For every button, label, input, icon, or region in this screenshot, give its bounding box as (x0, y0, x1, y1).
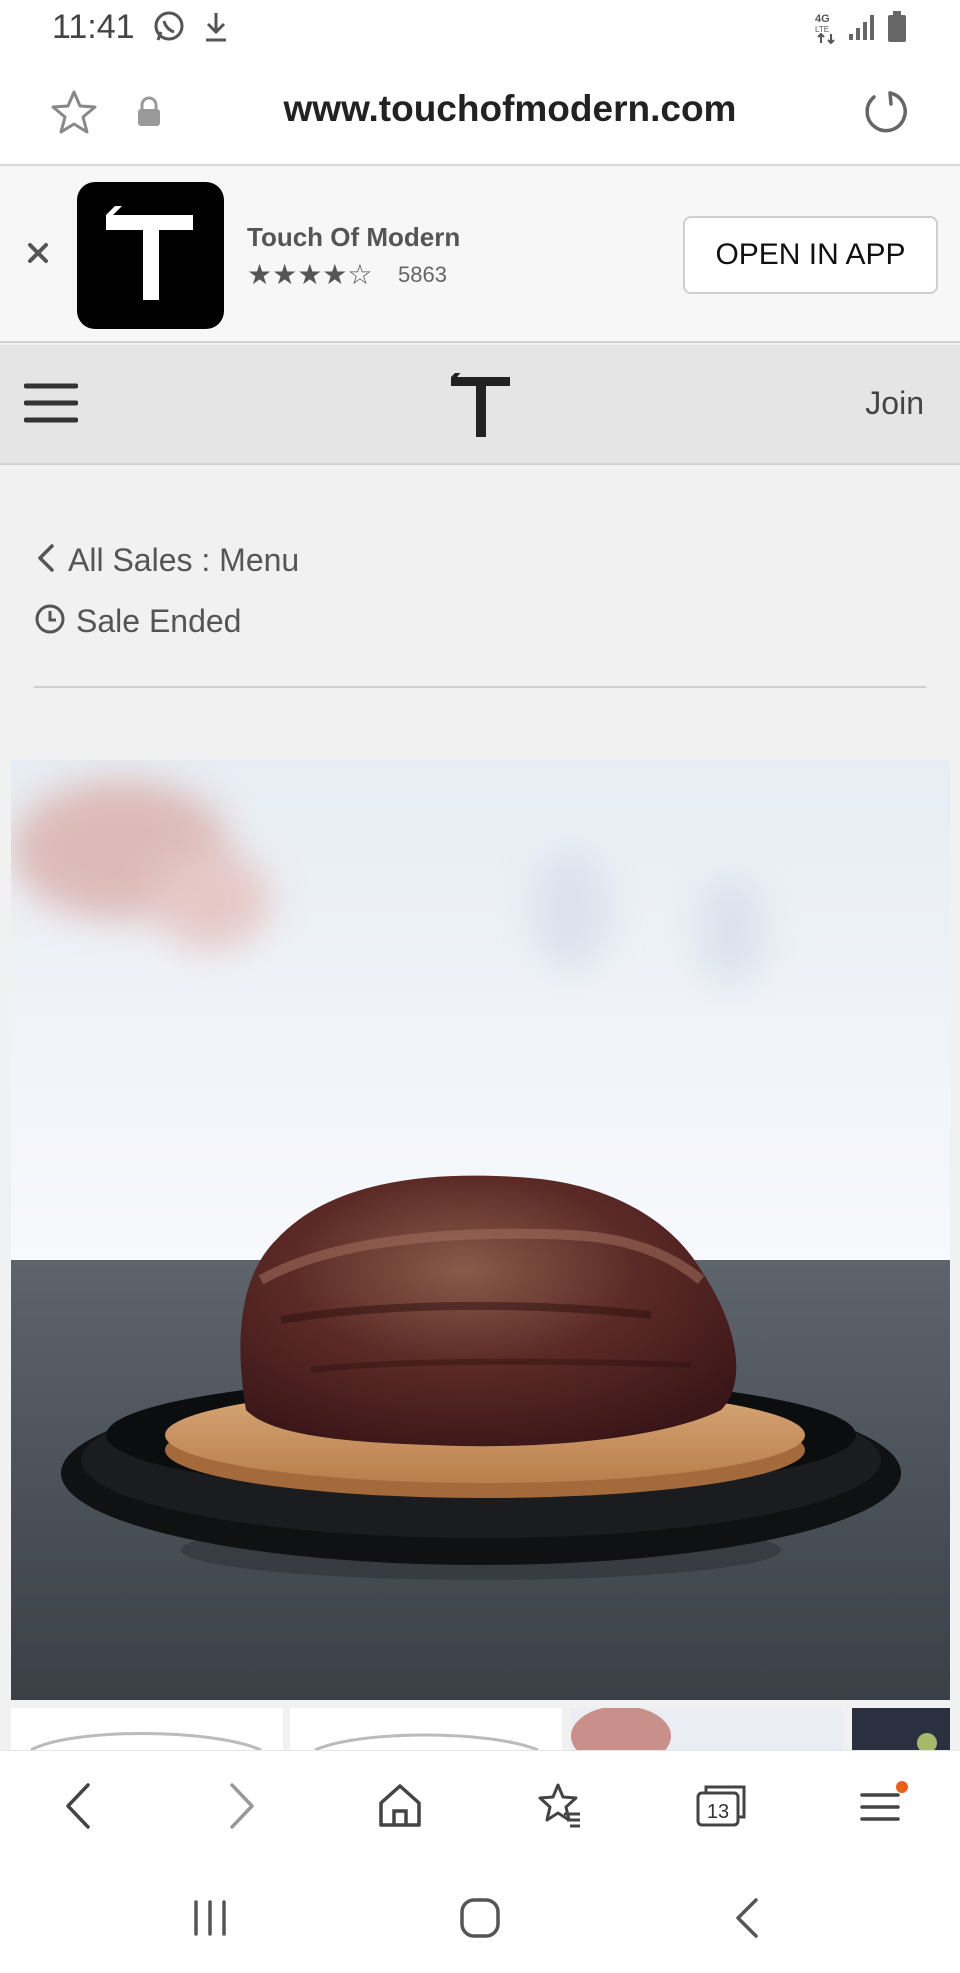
network-4g-lte-icon: 4G LTE (814, 10, 840, 49)
status-bar: 11:41 4G LTE (0, 0, 960, 56)
sale-status-label: Sale Ended (76, 602, 242, 639)
home-icon[interactable] (376, 1781, 424, 1836)
tab-count: 13 (707, 1801, 729, 1823)
clock-icon (34, 603, 66, 640)
app-logo (77, 182, 224, 329)
hamburger-menu-icon[interactable] (23, 381, 79, 430)
system-back-icon[interactable] (728, 1896, 768, 1945)
app-name: Touch Of Modern (247, 222, 461, 252)
product-image[interactable] (11, 760, 950, 1700)
download-icon (202, 10, 230, 49)
url-field[interactable]: www.touchofmodern.com (230, 88, 790, 130)
home-button-icon[interactable] (458, 1896, 502, 1945)
browser-toolbar: 13 (0, 1750, 960, 1862)
bookmarks-icon[interactable] (534, 1781, 584, 1836)
svg-text:LTE: LTE (815, 25, 829, 34)
back-icon[interactable] (58, 1781, 98, 1836)
system-nav-bar (0, 1862, 960, 1973)
signal-icon (848, 12, 878, 47)
chevron-left-icon (36, 543, 56, 578)
lock-icon (136, 96, 162, 133)
battery-icon (886, 10, 908, 49)
bookmark-star-icon[interactable] (50, 89, 98, 140)
whatsapp-icon (152, 10, 186, 49)
site-logo[interactable] (448, 371, 512, 442)
divider (34, 686, 926, 688)
app-install-banner: Touch Of Modern ★★★★☆ 5863 OPEN IN APP (0, 167, 960, 343)
svg-text:4G: 4G (815, 13, 830, 25)
reload-icon[interactable] (860, 88, 908, 141)
browser-url-bar: www.touchofmodern.com (0, 56, 960, 166)
sale-status: Sale Ended (34, 598, 241, 644)
forward-icon[interactable] (222, 1781, 262, 1836)
thumbnail-2[interactable] (290, 1708, 562, 1750)
open-in-app-button[interactable]: OPEN IN APP (683, 216, 938, 294)
tabs-icon[interactable]: 13 (694, 1781, 748, 1836)
rating-stars: ★★★★☆ (247, 259, 373, 290)
breadcrumb-label[interactable]: All Sales : Menu (68, 542, 299, 579)
join-link[interactable]: Join (865, 385, 924, 422)
menu-icon[interactable] (856, 1781, 908, 1836)
thumbnail-1[interactable] (11, 1708, 283, 1750)
rating-count: 5863 (398, 262, 447, 287)
thumbnail-3[interactable] (571, 1708, 843, 1750)
thumbnail-4[interactable] (852, 1708, 950, 1750)
site-header: Join (0, 345, 960, 465)
breadcrumb[interactable]: All Sales : Menu (36, 536, 299, 584)
status-time: 11:41 (52, 8, 135, 46)
recent-apps-icon[interactable] (190, 1898, 230, 1943)
close-icon[interactable] (18, 233, 58, 273)
